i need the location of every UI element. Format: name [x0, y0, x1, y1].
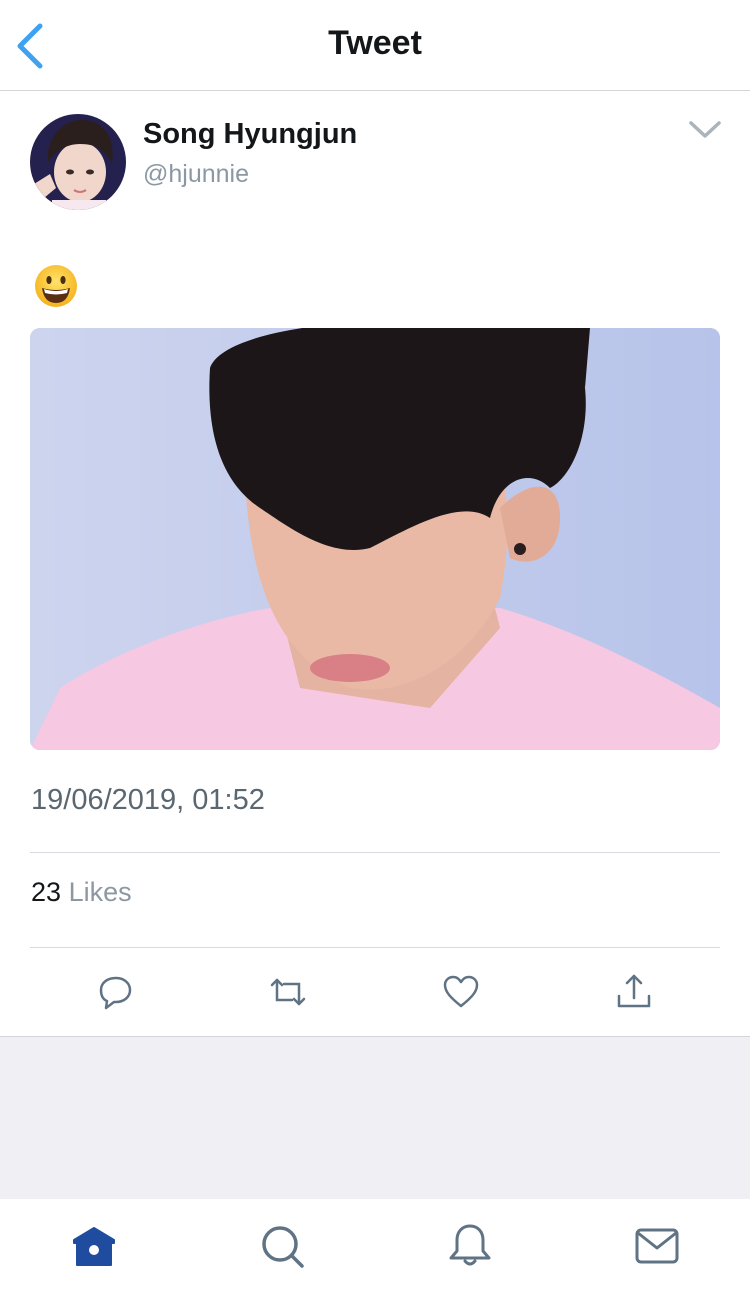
avatar-image: [30, 114, 126, 210]
retweet-button[interactable]: [268, 972, 308, 1012]
tweet-timestamp: 19/06/2019, 01:52: [31, 784, 265, 816]
chevron-down-icon: [689, 121, 721, 138]
reply-icon: [99, 976, 132, 1010]
home-icon: [73, 1227, 115, 1266]
tweet-media-image[interactable]: [30, 328, 720, 750]
like-button[interactable]: [441, 972, 481, 1012]
share-icon: [617, 974, 651, 1008]
reply-button[interactable]: [96, 972, 136, 1012]
tab-bar: [0, 1199, 750, 1296]
share-button[interactable]: [614, 972, 654, 1012]
search-icon: [262, 1226, 304, 1268]
tab-notifications[interactable]: [445, 1221, 495, 1271]
likes-summary[interactable]: 23 Likes: [31, 877, 132, 908]
likes-count: 23: [31, 877, 62, 907]
author-name[interactable]: Song Hyungjun: [143, 118, 357, 151]
like-icon: [443, 975, 479, 1008]
grinning-face-emoji: [33, 263, 79, 309]
navigation-header: Tweet: [0, 0, 750, 91]
photo: [30, 328, 720, 750]
tab-messages[interactable]: [632, 1221, 682, 1271]
page-title: Tweet: [328, 24, 422, 62]
replies-area: [0, 1036, 750, 1200]
retweet-icon: [270, 978, 306, 1006]
tweet-options-button[interactable]: [688, 118, 722, 142]
divider: [30, 852, 720, 853]
notifications-icon: [449, 1224, 491, 1266]
tab-search[interactable]: [257, 1221, 307, 1271]
likes-label: Likes: [68, 877, 132, 907]
author-handle[interactable]: @hjunnie: [143, 160, 249, 189]
divider: [30, 947, 720, 948]
tab-home[interactable]: [69, 1221, 119, 1271]
messages-icon: [635, 1228, 679, 1264]
avatar[interactable]: [30, 114, 126, 210]
